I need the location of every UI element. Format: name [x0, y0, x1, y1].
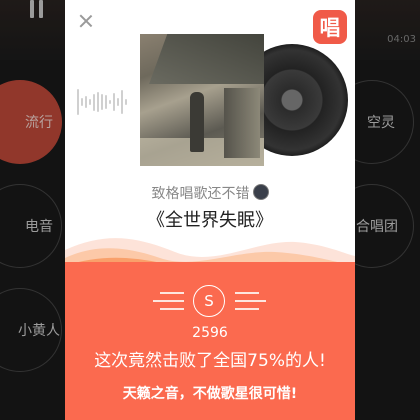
- singer-line: 致格唱歌还不错: [65, 183, 355, 203]
- praise-text: 天籁之音，不做歌星很可惜!: [122, 386, 298, 402]
- score-value: 2596: [192, 325, 228, 341]
- waveform-left: [77, 88, 127, 116]
- song-title: 《全世界失眠》: [147, 210, 273, 231]
- singer-name: 致格唱歌还不错: [151, 186, 250, 202]
- result-dialog: 唱 致格唱歌还不错 《全世界失眠》 S 2596 这次竟然击败了全国75%的人!…: [65, 0, 355, 420]
- app-logo: 唱: [313, 10, 347, 44]
- beat-percentage-text: 这次竟然击败了全国75%的人!: [94, 351, 326, 371]
- close-icon[interactable]: [77, 12, 95, 30]
- album-art: [140, 34, 348, 166]
- singer-avatar-icon: [252, 184, 269, 200]
- album-cover: [140, 34, 264, 166]
- grade-badge: S: [193, 285, 225, 317]
